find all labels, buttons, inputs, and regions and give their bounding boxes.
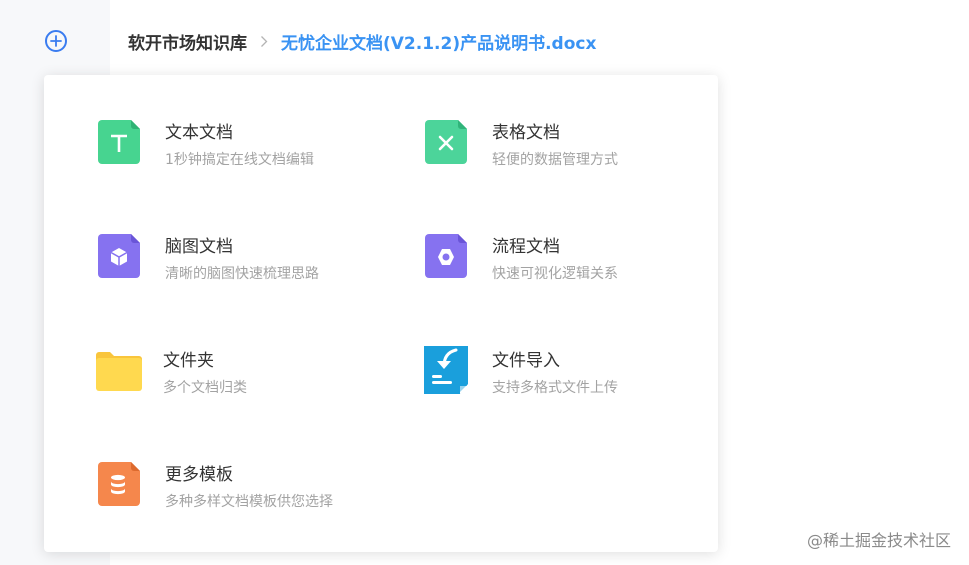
flow-doc-icon [424, 232, 472, 280]
menu-item-sheet-doc[interactable]: 表格文档 轻便的数据管理方式 [424, 118, 724, 182]
menu-item-title: 表格文档 [492, 123, 560, 143]
menu-item-title: 流程文档 [492, 237, 560, 257]
menu-item-desc: 清晰的脑图快速梳理思路 [165, 266, 319, 282]
menu-item-title: 文本文档 [165, 123, 233, 143]
watermark: @稀土掘金技术社区 [806, 531, 951, 550]
mindmap-doc-icon [97, 232, 145, 280]
menu-item-folder[interactable]: 文件夹 多个文档归类 [95, 346, 395, 410]
menu-item-desc: 多个文档归类 [163, 380, 247, 396]
menu-item-desc: 1秒钟搞定在线文档编辑 [165, 152, 314, 168]
text-doc-icon [97, 118, 145, 166]
template-icon [97, 460, 145, 508]
add-button[interactable] [45, 30, 67, 52]
menu-item-mindmap-doc[interactable]: 脑图文档 清晰的脑图快速梳理思路 [97, 232, 397, 296]
menu-item-import-file[interactable]: 文件导入 支持多格式文件上传 [424, 346, 724, 410]
menu-item-more-templates[interactable]: 更多模板 多种多样文档模板供您选择 [97, 460, 397, 524]
menu-item-desc: 多种多样文档模板供您选择 [165, 494, 333, 510]
folder-icon [95, 346, 143, 394]
breadcrumb: 软开市场知识库 无忧企业文档(V2.1.2)产品说明书.docx [128, 28, 596, 54]
chevron-right-icon [260, 35, 268, 48]
menu-item-desc: 快速可视化逻辑关系 [492, 266, 618, 282]
menu-item-title: 脑图文档 [165, 237, 233, 257]
menu-item-title: 文件夹 [163, 351, 214, 371]
new-document-menu: 文本文档 1秒钟搞定在线文档编辑 表格文档 轻便的数据管理方式 脑图文档 清晰的… [44, 75, 718, 552]
menu-item-desc: 轻便的数据管理方式 [492, 152, 618, 168]
menu-item-title: 更多模板 [165, 465, 233, 485]
menu-item-title: 文件导入 [492, 351, 560, 371]
menu-item-desc: 支持多格式文件上传 [492, 380, 618, 396]
menu-item-flow-doc[interactable]: 流程文档 快速可视化逻辑关系 [424, 232, 724, 296]
sheet-doc-icon [424, 118, 472, 166]
breadcrumb-root[interactable]: 软开市场知识库 [128, 29, 247, 54]
import-file-icon [424, 346, 472, 394]
menu-item-text-doc[interactable]: 文本文档 1秒钟搞定在线文档编辑 [97, 118, 397, 182]
breadcrumb-current[interactable]: 无忧企业文档(V2.1.2)产品说明书.docx [281, 29, 596, 54]
plus-icon [50, 35, 62, 47]
